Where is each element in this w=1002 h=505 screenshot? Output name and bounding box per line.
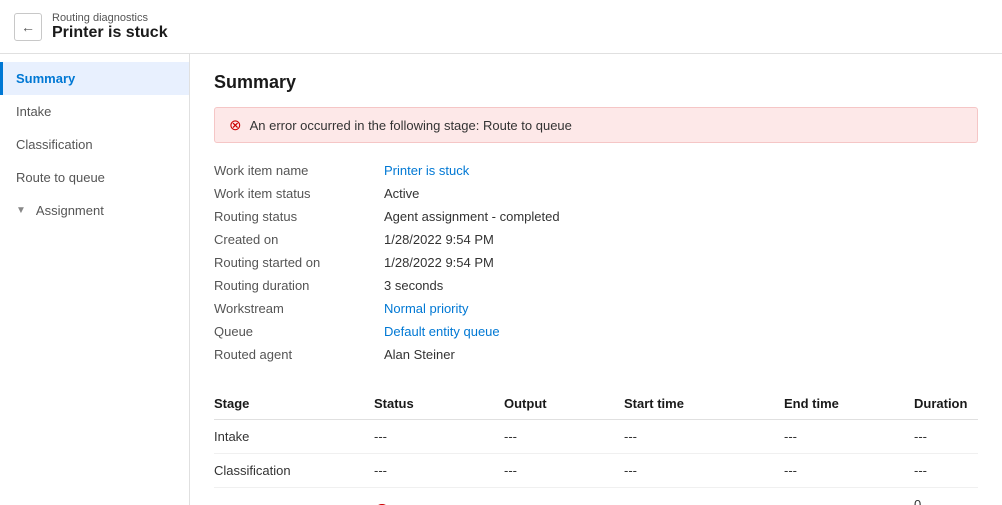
info-row-routing-status: Routing status Agent assignment - comple… xyxy=(214,205,978,228)
field-value-work-item-name[interactable]: Printer is stuck xyxy=(384,163,469,178)
field-value-routing-status: Agent assignment - completed xyxy=(384,209,560,224)
field-label-queue: Queue xyxy=(214,324,384,339)
table-row: Classification --- --- --- --- --- xyxy=(214,454,978,488)
field-label-routing-status: Routing status xyxy=(214,209,384,224)
cell-stage-intake: Intake xyxy=(214,420,374,454)
header-text: Routing diagnostics Printer is stuck xyxy=(52,12,168,42)
table-row: Route to queue ✕ Error --- 1/28/2022 9:5… xyxy=(214,488,978,505)
cell-end-intake: --- xyxy=(784,420,914,454)
field-value-queue[interactable]: Default entity queue xyxy=(384,324,500,339)
cell-status-intake: --- xyxy=(374,420,504,454)
sidebar-item-route-to-queue[interactable]: Route to queue xyxy=(0,161,189,194)
field-label-work-item-status: Work item status xyxy=(214,186,384,201)
back-button[interactable]: ← xyxy=(14,13,42,41)
table-row: Intake --- --- --- --- --- xyxy=(214,420,978,454)
info-row-routing-started: Routing started on 1/28/2022 9:54 PM xyxy=(214,251,978,274)
field-label-routed-agent: Routed agent xyxy=(214,347,384,362)
cell-end-route-to-queue: 1/28/2022 9:5... xyxy=(784,488,914,505)
info-row-work-item-status: Work item status Active xyxy=(214,182,978,205)
main-layout: Summary Intake Classification Route to q… xyxy=(0,54,1002,505)
field-value-work-item-status: Active xyxy=(384,186,419,201)
field-label-workstream: Workstream xyxy=(214,301,384,316)
info-row-workstream: Workstream Normal priority xyxy=(214,297,978,320)
cell-dur-classification: --- xyxy=(914,454,978,488)
col-header-end-time: End time xyxy=(784,388,914,420)
sidebar: Summary Intake Classification Route to q… xyxy=(0,54,190,505)
sidebar-label-assignment: Assignment xyxy=(36,203,104,218)
sidebar-item-assignment[interactable]: ▼ Assignment xyxy=(0,194,189,227)
diagnostics-table: Stage Status Output Start time End time … xyxy=(214,388,978,505)
info-row-routed-agent: Routed agent Alan Steiner xyxy=(214,343,978,366)
cell-output-route-to-queue: --- xyxy=(504,488,624,505)
cell-output-intake: --- xyxy=(504,420,624,454)
page-header: ← Routing diagnostics Printer is stuck xyxy=(0,0,1002,54)
cell-dur-intake: --- xyxy=(914,420,978,454)
field-value-workstream[interactable]: Normal priority xyxy=(384,301,469,316)
cell-start-intake: --- xyxy=(624,420,784,454)
cell-stage-classification: Classification xyxy=(214,454,374,488)
field-label-routing-started: Routing started on xyxy=(214,255,384,270)
info-grid: Work item name Printer is stuck Work ite… xyxy=(214,159,978,366)
col-header-stage: Stage xyxy=(214,388,374,420)
info-row-routing-duration: Routing duration 3 seconds xyxy=(214,274,978,297)
cell-output-classification: --- xyxy=(504,454,624,488)
cell-start-route-to-queue: 1/28/2022 9:54 PM xyxy=(624,488,784,505)
info-row-queue: Queue Default entity queue xyxy=(214,320,978,343)
sidebar-item-intake[interactable]: Intake xyxy=(0,95,189,128)
field-label-work-item-name: Work item name xyxy=(214,163,384,178)
sidebar-label-summary: Summary xyxy=(16,71,75,86)
info-row-work-item-name: Work item name Printer is stuck xyxy=(214,159,978,182)
header-subtitle: Routing diagnostics xyxy=(52,12,168,24)
back-icon: ← xyxy=(21,19,35,35)
cell-stage-route-to-queue: Route to queue xyxy=(214,488,374,505)
col-header-output: Output xyxy=(504,388,624,420)
sidebar-label-intake: Intake xyxy=(16,104,51,119)
field-value-routing-duration: 3 seconds xyxy=(384,278,443,293)
field-value-created-on: 1/28/2022 9:54 PM xyxy=(384,232,494,247)
error-banner-text: An error occurred in the following stage… xyxy=(250,118,572,133)
main-content: Summary ⊗ An error occurred in the follo… xyxy=(190,54,1002,505)
cell-start-classification: --- xyxy=(624,454,784,488)
table-header-row: Stage Status Output Start time End time … xyxy=(214,388,978,420)
col-header-status: Status xyxy=(374,388,504,420)
field-label-created-on: Created on xyxy=(214,232,384,247)
page-title: Summary xyxy=(214,72,978,93)
field-value-routed-agent: Alan Steiner xyxy=(384,347,455,362)
cell-dur-route-to-queue: 0 seconds xyxy=(914,488,978,505)
sidebar-item-classification[interactable]: Classification xyxy=(0,128,189,161)
cell-status-classification: --- xyxy=(374,454,504,488)
chevron-down-icon: ▼ xyxy=(16,205,26,216)
cell-status-route-to-queue: ✕ Error xyxy=(374,488,504,505)
field-value-routing-started: 1/28/2022 9:54 PM xyxy=(384,255,494,270)
error-banner: ⊗ An error occurred in the following sta… xyxy=(214,107,978,143)
header-title: Printer is stuck xyxy=(52,24,168,42)
cell-end-classification: --- xyxy=(784,454,914,488)
sidebar-label-classification: Classification xyxy=(16,137,93,152)
error-circle-icon: ⊗ xyxy=(229,116,242,134)
field-label-routing-duration: Routing duration xyxy=(214,278,384,293)
sidebar-label-route-to-queue: Route to queue xyxy=(16,170,105,185)
sidebar-item-summary[interactable]: Summary xyxy=(0,62,189,95)
col-header-start-time: Start time xyxy=(624,388,784,420)
col-header-duration: Duration xyxy=(914,388,978,420)
info-row-created-on: Created on 1/28/2022 9:54 PM xyxy=(214,228,978,251)
